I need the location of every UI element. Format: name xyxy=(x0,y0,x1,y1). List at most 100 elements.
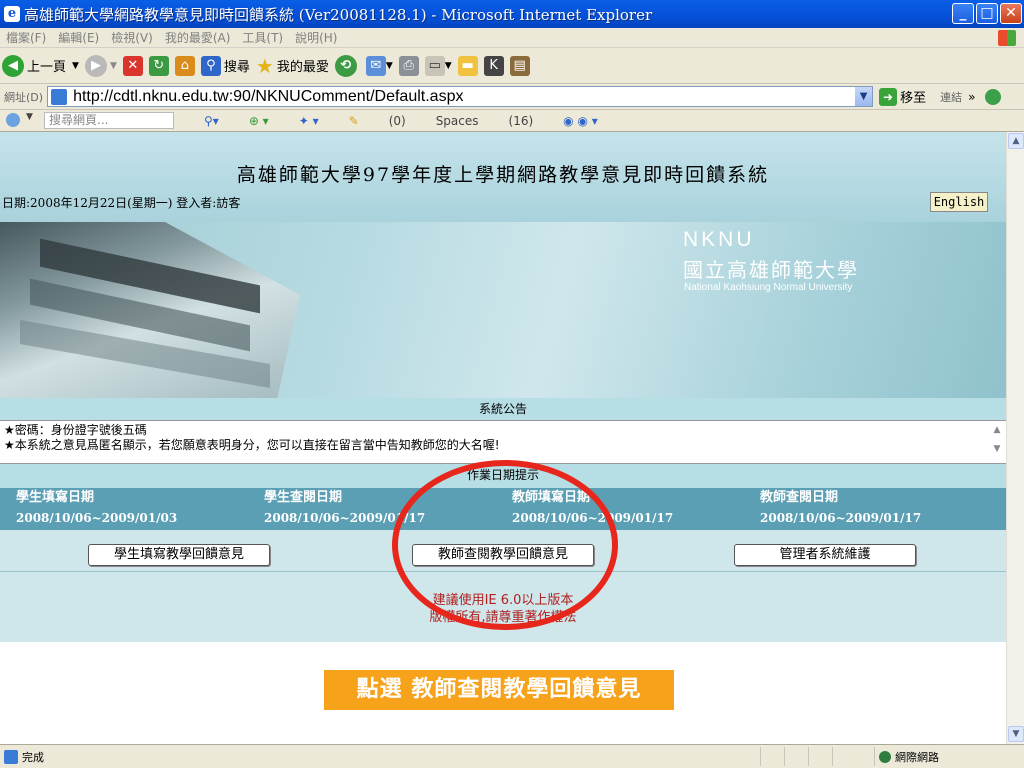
go-button[interactable]: ➜ 移至 xyxy=(879,87,926,106)
date-line: 日期:2008年12月22日(星期一) 登入者:訪客 xyxy=(2,196,241,210)
status-divider xyxy=(832,747,833,766)
mail-count[interactable]: (0) xyxy=(389,114,406,128)
address-url: http://cdtl.nknu.edu.tw:90/NKNUComment/D… xyxy=(73,87,464,105)
menu-view[interactable]: 檢視(V) xyxy=(111,29,153,46)
schedule-header: 學生查閱日期 xyxy=(264,490,343,505)
search-button[interactable]: ⚲ 搜尋 xyxy=(200,55,250,76)
admin-maintenance-button[interactable]: 管理者系統維護 xyxy=(734,544,916,566)
scroll-down-icon[interactable]: ▼ xyxy=(990,442,1004,461)
home-button[interactable]: ⌂ xyxy=(174,55,195,76)
address-label: 網址(D) xyxy=(4,90,44,104)
mail-button[interactable]: ✉ ▼ xyxy=(365,55,393,76)
ie-icon: e xyxy=(4,6,20,22)
scroll-up-icon[interactable]: ▲ xyxy=(990,423,1004,442)
back-arrow-icon: ◀ xyxy=(2,54,24,77)
chevron-down-icon: ▼ xyxy=(444,60,452,71)
web-search-input[interactable]: 搜尋網頁... xyxy=(44,112,174,129)
schedule-date-row: 2008/10/06~2009/01/03 2008/10/06~2009/01… xyxy=(0,508,1006,530)
messenger-button[interactable]: K xyxy=(483,55,504,76)
research-icon: ▤ xyxy=(509,55,530,76)
menu-help[interactable]: 說明(H) xyxy=(295,29,337,46)
menu-file[interactable]: 檔案(F) xyxy=(6,29,46,46)
menu-edit[interactable]: 編輯(E) xyxy=(58,29,99,46)
schedule-date: 2008/10/06~2009/01/17 xyxy=(760,511,922,525)
extension-icon[interactable] xyxy=(985,88,1002,105)
refresh-icon: ↻ xyxy=(148,55,169,76)
search-go-icon[interactable]: ⚲▾ xyxy=(204,114,219,128)
page-icon xyxy=(4,749,18,764)
page-scrollbar[interactable]: ▲ ▼ xyxy=(1006,132,1024,744)
announcement-item: ★密碼：身份證字號後五碼 xyxy=(4,423,147,437)
back-button[interactable]: ◀ 上一頁 ▼ xyxy=(2,54,79,77)
notice-line: 版權所有,請尊重著作權法 xyxy=(429,610,577,625)
forward-button[interactable]: ▶ ▼ xyxy=(84,54,117,77)
address-input[interactable]: http://cdtl.nknu.edu.tw:90/NKNUComment/D… xyxy=(47,86,874,107)
research-button[interactable]: ▤ xyxy=(509,55,530,76)
edit-icon: ▭ xyxy=(424,55,445,76)
scroll-up-icon[interactable]: ▲ xyxy=(1008,133,1024,149)
stop-button[interactable]: ✕ xyxy=(122,55,143,76)
chevron-down-icon[interactable]: ▼ xyxy=(855,87,873,106)
mail-icon: ✉ xyxy=(365,55,386,76)
announcement-title: 系統公告 xyxy=(0,398,1006,420)
msn-icon[interactable] xyxy=(6,113,20,127)
highlight-icon[interactable]: ⊕ ▾ xyxy=(249,114,269,128)
links-label[interactable]: 連結 xyxy=(940,89,962,105)
status-text: 完成 xyxy=(22,750,44,764)
teacher-view-button[interactable]: 教師查閱教學回饋意見 xyxy=(412,544,594,566)
chevron-down-icon: ▼ xyxy=(385,60,393,71)
menu-tools[interactable]: 工具(T) xyxy=(242,29,283,46)
back-label: 上一頁 xyxy=(27,60,67,75)
globe-icon xyxy=(879,750,891,763)
university-name-zh: 國立高雄師範大學 xyxy=(683,258,859,282)
menu-bar: 檔案(F) 編輯(E) 檢視(V) 我的最愛(A) 工具(T) 說明(H) xyxy=(0,28,1024,48)
announcement-scrollbar[interactable]: ▲ ▼ xyxy=(990,423,1004,461)
schedule-date: 2008/10/06~2009/01/17 xyxy=(512,511,674,525)
edit-button[interactable]: ▭ ▼ xyxy=(424,55,452,76)
english-button[interactable]: English xyxy=(930,192,988,212)
schedule-header-row: 學生填寫日期 學生查閱日期 教師填寫日期 教師查閱日期 xyxy=(0,488,1006,508)
chevron-right-icon[interactable]: » xyxy=(968,90,975,104)
star-icon: ★ xyxy=(255,53,274,78)
title-bar[interactable]: e 高雄師範大學網路教學意見即時回饋系統 (Ver20081128.1) - M… xyxy=(0,0,1024,28)
scroll-down-icon[interactable]: ▼ xyxy=(1008,726,1024,742)
favorites-label: 我的最愛 xyxy=(276,60,329,75)
header-band: 高雄師範大學97學年度上學期網路教學意見即時回饋系統 日期:2008年12月22… xyxy=(0,132,1006,222)
status-divider xyxy=(808,747,809,766)
notice-line: 建議使用IE 6.0以上版本 xyxy=(432,593,574,608)
security-zone: 網際網路 xyxy=(874,747,994,766)
schedule-header: 教師查閱日期 xyxy=(760,490,839,505)
go-label: 移至 xyxy=(900,91,927,106)
favorites-button[interactable]: ★ 我的最愛 xyxy=(256,54,329,78)
zone-label: 網際網路 xyxy=(895,750,939,764)
chevron-down-icon[interactable]: ▼ xyxy=(26,112,33,122)
campus-banner: NKNU 國立高雄師範大學 National Kaohsiung Normal … xyxy=(0,222,1006,404)
spaces-link[interactable]: Spaces xyxy=(436,114,479,128)
butterfly-icon[interactable]: ✦ ▾ xyxy=(299,114,319,128)
folder-button[interactable]: ▬ xyxy=(457,55,478,76)
announcement-box[interactable]: ★密碼：身份證字號後五碼 ★本系統之意見爲匿名顯示，若您願意表明身分，您可以直接… xyxy=(0,420,1006,464)
status-divider xyxy=(760,747,761,766)
help-icon[interactable]: ◉ ◉ ▾ xyxy=(563,114,598,128)
minimize-button[interactable]: _ xyxy=(952,3,974,24)
close-button[interactable]: ✕ xyxy=(1000,3,1022,24)
page-icon xyxy=(51,88,68,105)
student-feedback-button[interactable]: 學生填寫教學回饋意見 xyxy=(88,544,270,566)
print-button[interactable]: ⎙ xyxy=(398,55,419,76)
menu-favorites[interactable]: 我的最愛(A) xyxy=(165,29,231,46)
windows-logo-icon xyxy=(998,30,1016,46)
messenger-count[interactable]: (16) xyxy=(509,114,534,128)
maximize-button[interactable]: □ xyxy=(976,3,998,24)
home-icon: ⌂ xyxy=(174,55,195,76)
refresh-button[interactable]: ↻ xyxy=(148,55,169,76)
search-icon: ⚲ xyxy=(200,55,221,76)
nknu-logo-text: NKNU xyxy=(683,228,755,251)
schedule-header: 教師填寫日期 xyxy=(512,490,591,505)
schedule-date: 2008/10/06~2009/01/03 xyxy=(16,511,178,525)
print-icon: ⎙ xyxy=(398,55,419,76)
status-divider xyxy=(784,747,785,766)
status-bar: 完成 網際網路 xyxy=(0,744,1024,768)
chevron-down-icon: ▼ xyxy=(109,60,117,71)
pen-icon[interactable]: ✎ xyxy=(349,114,359,128)
history-button[interactable]: ⟲ xyxy=(334,54,360,77)
